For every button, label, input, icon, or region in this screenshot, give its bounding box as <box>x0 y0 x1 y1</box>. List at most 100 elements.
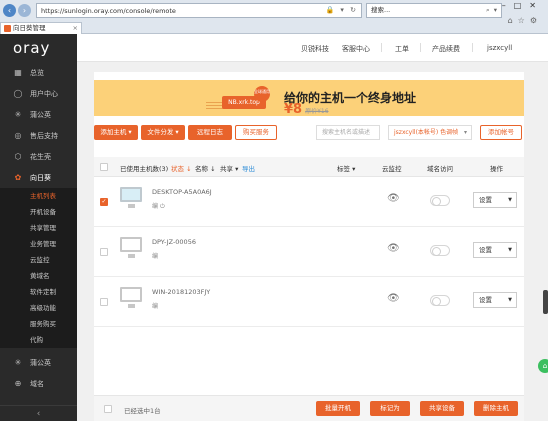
table-row[interactable]: DPY-JZ-00056 编 👁 设置 ▼ <box>94 227 524 277</box>
sidebar-item-support[interactable]: ◎ 售后支持 <box>0 125 77 146</box>
selected-count: 已经选中1台 <box>124 407 161 415</box>
sidebar-item-dandelion-bottom[interactable]: ✳ 蒲公英 <box>0 352 77 373</box>
topnav-company[interactable]: 贝锐科技 <box>301 44 329 54</box>
sidebar-sub-agent[interactable]: 代购 <box>0 332 77 348</box>
add-account-button[interactable]: 添加帐号 <box>480 125 522 140</box>
close-tab-icon[interactable]: × <box>73 23 78 34</box>
header-status[interactable]: 状态 ↓ <box>171 163 192 173</box>
sidebar-sub-buy-service[interactable]: 服务购买 <box>0 316 77 332</box>
domain-access-toggle[interactable] <box>430 245 450 256</box>
oray-logo[interactable]: oray <box>0 34 77 62</box>
url-text: https://sunlogin.oray.com/console/remote <box>41 6 176 15</box>
header-share[interactable]: 共享 ▾ <box>220 163 238 173</box>
row-checkbox[interactable] <box>100 298 108 306</box>
sidebar-sub-host-list[interactable]: 主机列表 <box>0 188 77 204</box>
sidebar-sub-advanced[interactable]: 高级功能 <box>0 300 77 316</box>
back-icon[interactable]: ‹ <box>3 4 16 17</box>
cloud-monitor-eye-icon[interactable]: 👁 <box>387 243 400 254</box>
sidebar-sub-business[interactable]: 业务管理 <box>0 236 77 252</box>
topnav-ticket[interactable]: 工单 <box>395 44 409 54</box>
caret-down-icon: ▼ <box>508 247 512 253</box>
topnav-user[interactable]: jszxcyll <box>487 44 512 52</box>
delete-host-button[interactable]: 删除主机 <box>474 401 518 416</box>
header-cloud-monitor: 云监控 <box>382 165 402 173</box>
footer-select-checkbox[interactable] <box>104 405 112 413</box>
browser-chrome: ‹ › https://sunlogin.oray.com/console/re… <box>0 0 548 34</box>
sidebar-item-dandelion[interactable]: ✳ 蒲公英 <box>0 104 77 125</box>
add-host-button[interactable]: 添加主机 ▾ <box>94 125 138 140</box>
buy-service-button[interactable]: 购买服务 <box>235 125 277 140</box>
browser-tab[interactable]: 向日葵管理 × <box>0 22 82 34</box>
header-export[interactable]: 导出 <box>242 163 255 173</box>
host-name: DPY-JZ-00056 <box>152 238 196 246</box>
sidebar-item-peanut[interactable]: ⬡ 花生壳 <box>0 146 77 167</box>
sidebar-item-domain[interactable]: ⊕ 域名 <box>0 373 77 394</box>
file-share-button[interactable]: 文件分发 ▾ <box>141 125 185 140</box>
power-icon[interactable]: ⏻ <box>160 203 165 210</box>
sidebar-item-overview[interactable]: ▦ 总览 <box>0 62 77 83</box>
chevron-down-icon: ▾ <box>463 129 467 136</box>
banner-circle-badge: 全球通用 <box>254 86 270 102</box>
row-checkbox[interactable]: ✓ <box>100 198 108 206</box>
header-domain-access: 域名访问 <box>427 165 453 173</box>
batch-action-bar: 已经选中1台 批量开机 标记为 共享设备 删除主机 <box>94 395 524 421</box>
sidebar-sub-domain[interactable]: 黄域名 <box>0 268 77 284</box>
header-operations: 操作 <box>490 165 503 173</box>
top-header: 贝锐科技 客服中心 工单 产品续费 jszxcyll <box>77 34 548 62</box>
globe-icon: ⊕ <box>14 379 22 388</box>
chat-float-icon[interactable]: ⌂ <box>538 359 548 373</box>
host-note: 编 <box>152 303 159 310</box>
topnav-service-center[interactable]: 客服中心 <box>342 44 370 54</box>
settings-dropdown[interactable]: 设置 ▼ <box>473 192 517 208</box>
sidebar-item-user-center[interactable]: ◯ 用户中心 <box>0 83 77 104</box>
batch-power-on-button[interactable]: 批量开机 <box>316 401 360 416</box>
page-scrollbar[interactable] <box>543 290 548 314</box>
support-icon: ◎ <box>14 131 22 140</box>
banner-price: ¥8 原价¥16 <box>284 102 329 117</box>
header-name[interactable]: 名称 ↓ <box>195 163 216 173</box>
promo-banner[interactable]: NB.xrk.top 全球通用 给你的主机一个终身地址 ¥8 原价¥16 <box>94 80 524 116</box>
host-search-input[interactable]: 搜索主机名或描述 <box>316 125 380 140</box>
settings-dropdown[interactable]: 设置 ▼ <box>473 242 517 258</box>
remote-log-button[interactable]: 远程日志 <box>188 125 232 140</box>
sidebar-sub-share-manage[interactable]: 共享管理 <box>0 220 77 236</box>
address-bar[interactable]: https://sunlogin.oray.com/console/remote… <box>36 3 362 18</box>
main-panel: NB.xrk.top 全球通用 给你的主机一个终身地址 ¥8 原价¥16 添加主机… <box>94 72 524 421</box>
host-note: 编 <box>152 253 159 260</box>
collapse-sidebar-icon[interactable]: ‹ <box>0 405 77 421</box>
domain-access-toggle[interactable] <box>430 195 450 206</box>
account-select[interactable]: jszxcyll(本帐号) 色调帧 ▾ <box>388 125 472 140</box>
topnav-divider <box>472 43 473 52</box>
browser-search-input[interactable]: 搜索... ⌕ ▾ <box>366 3 502 18</box>
address-tools-icon[interactable]: 🔒 ▾ ↻ <box>325 6 358 14</box>
sidebar-item-sunflower[interactable]: ✿ 向日葵 <box>0 167 77 188</box>
table-row[interactable]: ✓ DESKTOP-A5A0A6J 编 ⏻ 👁 设置 ▼ <box>94 177 524 227</box>
sidebar-sub-boot-devices[interactable]: 开机设备 <box>0 204 77 220</box>
header-used-count: 已使用主机数(3) <box>120 165 169 173</box>
settings-dropdown[interactable]: 设置 ▼ <box>473 292 517 308</box>
grid-icon: ▦ <box>14 68 22 77</box>
forward-icon[interactable]: › <box>18 4 31 17</box>
share-device-button[interactable]: 共享设备 <box>420 401 464 416</box>
host-name: DESKTOP-A5A0A6J <box>152 188 212 196</box>
table-row[interactable]: WIN-20181203FJY 编 👁 设置 ▼ <box>94 277 524 327</box>
table-header: 已使用主机数(3) 状态 ↓ 名称 ↓ 共享 ▾ 导出 标签 ▾ 云监控 域名访… <box>94 157 524 177</box>
topnav-renew[interactable]: 产品续费 <box>432 44 460 54</box>
select-all-checkbox[interactable] <box>100 163 108 171</box>
row-checkbox[interactable] <box>100 248 108 256</box>
caret-down-icon: ▼ <box>508 197 512 203</box>
cloud-monitor-eye-icon[interactable]: 👁 <box>387 193 400 204</box>
mark-as-button[interactable]: 标记为 <box>370 401 410 416</box>
sidebar-sub-cloud-monitor[interactable]: 云监控 <box>0 252 77 268</box>
dandelion-icon: ✳ <box>14 110 22 119</box>
browser-toolbar-icons[interactable]: ⌂☆⚙ <box>508 16 542 25</box>
cloud-monitor-eye-icon[interactable]: 👁 <box>387 293 400 304</box>
dandelion-icon: ✳ <box>14 358 22 367</box>
domain-access-toggle[interactable] <box>430 295 450 306</box>
header-tags[interactable]: 标签 ▾ <box>337 163 355 173</box>
user-icon: ◯ <box>13 89 23 98</box>
search-icon[interactable]: ⌕ ▾ <box>486 4 498 17</box>
window-controls[interactable]: –□✕ <box>502 1 544 10</box>
caret-down-icon: ▼ <box>508 297 512 303</box>
sidebar-sub-software-custom[interactable]: 软件定制 <box>0 284 77 300</box>
